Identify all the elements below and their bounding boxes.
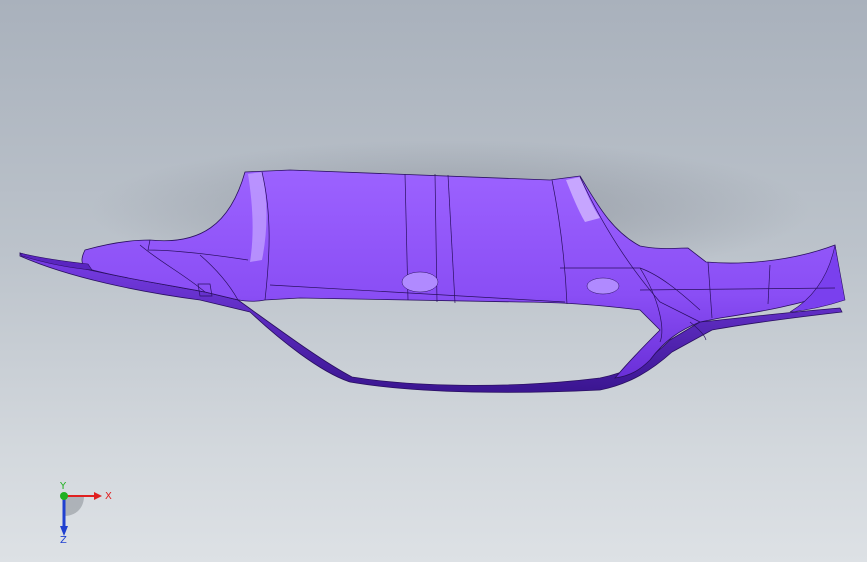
coordinate-triad: X Y Z <box>59 482 112 544</box>
x-axis-label: X <box>105 491 112 502</box>
graphics-viewport[interactable]: X Y Z <box>0 0 867 562</box>
model-canvas[interactable] <box>0 0 867 562</box>
fog-lamp-recess-right[interactable] <box>586 277 620 295</box>
triad-wedge <box>64 496 84 516</box>
y-axis-label: Y <box>59 482 67 492</box>
z-axis-label: Z <box>60 535 67 544</box>
fog-lamp-recess-left[interactable] <box>401 271 439 293</box>
y-axis-dot <box>60 492 68 500</box>
x-axis-arrow <box>94 492 102 500</box>
